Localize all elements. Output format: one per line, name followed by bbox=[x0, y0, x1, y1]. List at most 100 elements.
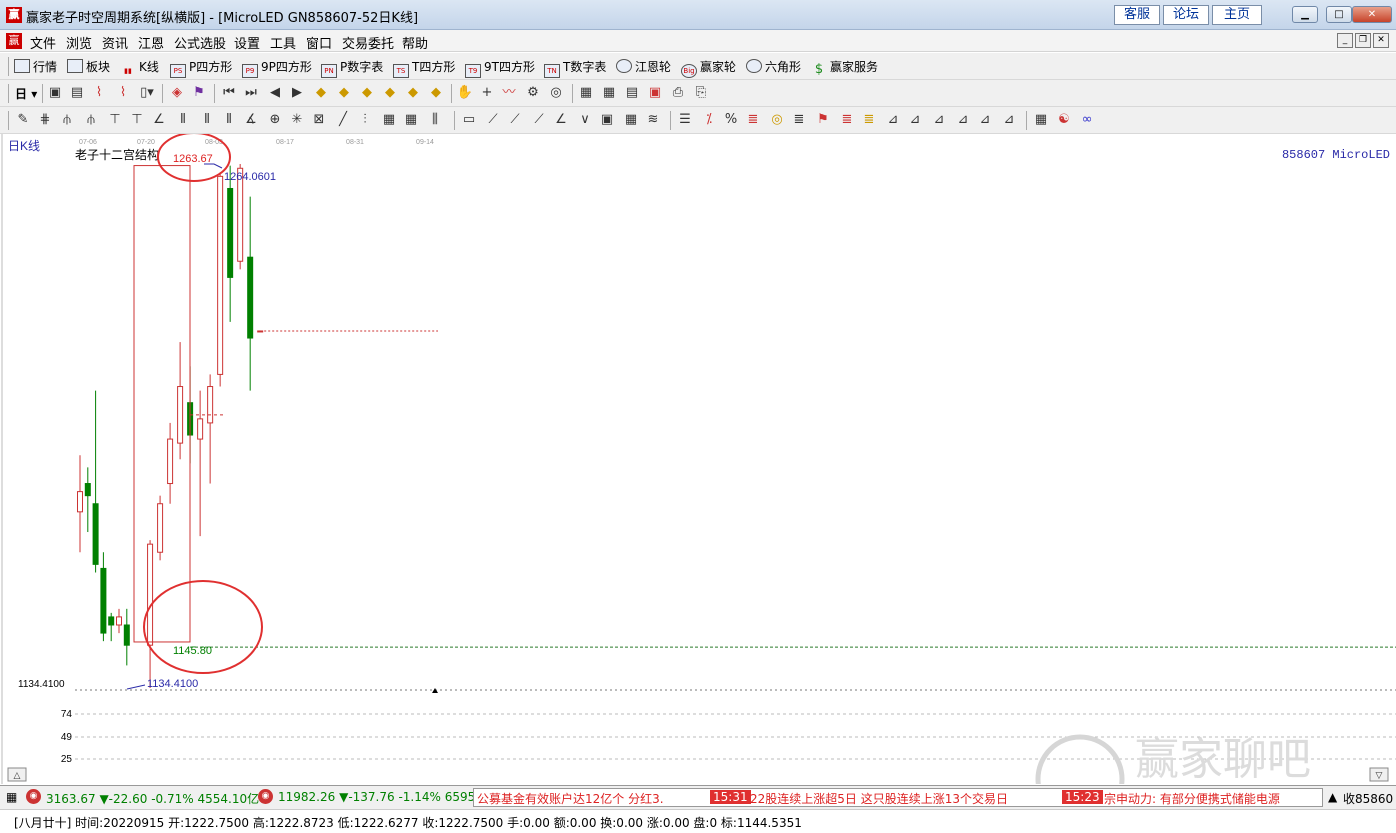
grid-lines-icon[interactable]: ⋕ bbox=[36, 112, 54, 128]
menu-file[interactable]: 文件 bbox=[30, 33, 56, 52]
columns-icon[interactable]: ⫼ bbox=[426, 112, 444, 128]
formula-icon[interactable]: ◈ bbox=[168, 85, 186, 101]
maximize-icon[interactable]: □ bbox=[1326, 6, 1352, 23]
calculator-icon[interactable]: ▦ bbox=[600, 85, 618, 101]
indicator-icon[interactable]: ⌇ bbox=[90, 85, 108, 101]
mdi-minimize-icon[interactable]: _ bbox=[1337, 33, 1353, 48]
ruler2-icon[interactable]: ⊤ bbox=[128, 112, 146, 128]
tool-9p-square[interactable]: P9 9P四方形 bbox=[242, 58, 312, 78]
candle-body[interactable] bbox=[77, 491, 83, 513]
candle-body[interactable] bbox=[177, 386, 184, 444]
chart-canvas[interactable]: 日K线 老子十二宫结构 858607 MicroLED 07-06 07-20 … bbox=[0, 134, 1396, 784]
percent-icon[interactable]: % bbox=[722, 112, 740, 128]
grid-box-icon[interactable]: ▦ bbox=[622, 112, 640, 128]
menu-trade[interactable]: 交易委托 bbox=[342, 33, 394, 52]
export-icon[interactable]: ⎘ bbox=[692, 85, 710, 101]
tool-t-numbers[interactable]: TN T数字表 bbox=[544, 58, 606, 78]
tool-gann-wheel[interactable]: 江恩轮 bbox=[616, 58, 671, 75]
box-x-icon[interactable]: ⊠ bbox=[310, 112, 328, 128]
notes-icon[interactable]: ▤ bbox=[68, 85, 86, 101]
candle-body[interactable] bbox=[92, 503, 99, 565]
fib3-icon[interactable]: ≣ bbox=[838, 112, 856, 128]
fan2-icon[interactable]: ⟋ bbox=[484, 112, 502, 128]
menu-window[interactable]: 窗口 bbox=[306, 33, 332, 52]
close-icon[interactable]: ✕ bbox=[1352, 6, 1392, 23]
candle-body[interactable] bbox=[84, 483, 91, 497]
table-icon[interactable]: ▦ bbox=[380, 112, 398, 128]
tool-kline[interactable]: ▮▮ K线 bbox=[120, 58, 159, 79]
draw-box-icon[interactable]: ▣ bbox=[46, 85, 64, 101]
report-icon[interactable]: ▤ bbox=[623, 85, 641, 101]
last-icon[interactable]: ⏭ bbox=[242, 85, 260, 101]
save-icon[interactable]: ▣ bbox=[646, 85, 664, 101]
fan3-icon[interactable]: ⟋ bbox=[506, 112, 524, 128]
minimize-icon[interactable]: ▁ bbox=[1292, 6, 1318, 23]
fan7-icon[interactable]: ⊿ bbox=[930, 112, 948, 128]
candle-body[interactable] bbox=[100, 567, 107, 634]
menu-browse[interactable]: 浏览 bbox=[66, 33, 92, 52]
flag2-icon[interactable]: ⚑ bbox=[814, 112, 832, 128]
globe-icon[interactable]: ◎ bbox=[547, 85, 565, 101]
fan6-icon[interactable]: ⊿ bbox=[906, 112, 924, 128]
menu-settings[interactable]: 设置 bbox=[234, 33, 260, 52]
customer-service-link[interactable]: 客服 bbox=[1114, 5, 1160, 25]
fan8-icon[interactable]: ⊿ bbox=[954, 112, 972, 128]
zoom-out-icon[interactable]: ◆ bbox=[335, 85, 353, 101]
infinity-icon[interactable]: ∞ bbox=[1078, 112, 1096, 128]
tool-hexagon[interactable]: 六角形 bbox=[746, 58, 801, 75]
frame-icon[interactable]: ▭ bbox=[460, 112, 478, 128]
angle-icon[interactable]: ∠ bbox=[150, 112, 168, 128]
yin-yang-icon[interactable]: ☯ bbox=[1055, 112, 1073, 128]
candle-body[interactable] bbox=[157, 503, 164, 553]
wave-icon[interactable]: 〰 bbox=[500, 85, 518, 101]
tool-quotes[interactable]: 行情 bbox=[14, 58, 57, 75]
candle-body[interactable] bbox=[167, 438, 174, 485]
first-icon[interactable]: ⏮ bbox=[220, 85, 238, 101]
up-icon[interactable]: ◆ bbox=[358, 85, 376, 101]
tool-p-numbers[interactable]: PN P数字表 bbox=[321, 58, 383, 78]
calc-icon[interactable]: ⚙ bbox=[524, 85, 542, 101]
candle-body[interactable] bbox=[247, 256, 254, 339]
tool-t-square[interactable]: TS T四方形 bbox=[393, 58, 455, 78]
calendar-icon[interactable]: ▦ bbox=[577, 85, 595, 101]
print-icon[interactable]: ⎙ bbox=[669, 85, 687, 101]
menu-gann[interactable]: 江恩 bbox=[138, 33, 164, 52]
ladder-icon[interactable]: ⫶ bbox=[356, 112, 374, 128]
candle-body[interactable] bbox=[207, 386, 214, 424]
tool-p-square[interactable]: PS P四方形 bbox=[170, 58, 232, 78]
news-ticker[interactable]: 公募基金有效账户达12亿个 分红3. 15:31 22股连续上涨超5日 这只股连… bbox=[473, 788, 1323, 807]
flag-icon[interactable]: ⚑ bbox=[190, 85, 208, 101]
news-item[interactable]: 22股连续上涨超5日 这只股连续上涨13个交易日 bbox=[750, 790, 1008, 806]
fan9-icon[interactable]: ⊿ bbox=[976, 112, 994, 128]
menu-tools[interactable]: 工具 bbox=[270, 33, 296, 52]
menu-help[interactable]: 帮助 bbox=[402, 33, 428, 52]
fib4-icon[interactable]: ≣ bbox=[860, 112, 878, 128]
candle-body[interactable] bbox=[197, 418, 204, 440]
grid-status-icon[interactable]: ▦ bbox=[6, 790, 17, 804]
tool-winner-wheel[interactable]: Big 赢家轮 bbox=[681, 58, 736, 78]
ticker-up-icon[interactable]: ▲ bbox=[1328, 790, 1337, 804]
candle-body[interactable] bbox=[123, 624, 130, 646]
hand-icon[interactable]: ✋ bbox=[456, 85, 474, 101]
bars2-icon[interactable]: ⫴ bbox=[198, 112, 216, 128]
table2-icon[interactable]: ▦ bbox=[402, 112, 420, 128]
tool-winner-service[interactable]: $ 赢家服务 bbox=[811, 58, 878, 78]
bar-type-icon[interactable]: ▯▾ bbox=[138, 85, 156, 101]
down-icon[interactable]: ◆ bbox=[381, 85, 399, 101]
tool-sectors[interactable]: 板块 bbox=[67, 58, 110, 75]
fork2-icon[interactable]: ⫛ bbox=[82, 112, 100, 128]
news-item[interactable]: 宗申动力: 有部分便携式储能电源 bbox=[1104, 790, 1280, 806]
fib-icon[interactable]: ≣ bbox=[744, 112, 762, 128]
homepage-link[interactable]: 主页 bbox=[1212, 5, 1262, 25]
menu-formula[interactable]: 公式选股 bbox=[174, 33, 226, 52]
levels-icon[interactable]: ☰ bbox=[676, 112, 694, 128]
angle2-icon[interactable]: ∠ bbox=[552, 112, 570, 128]
coin-icon[interactable]: ◎ bbox=[768, 112, 786, 128]
prev-icon[interactable]: ◀ bbox=[266, 85, 284, 101]
zoom-in-icon[interactable]: ◆ bbox=[312, 85, 330, 101]
fan4-icon[interactable]: ⟋ bbox=[530, 112, 548, 128]
fork-icon[interactable]: ⫛ bbox=[58, 112, 76, 128]
expand-icon[interactable]: ◆ bbox=[404, 85, 422, 101]
next-icon[interactable]: ▶ bbox=[288, 85, 306, 101]
line-icon[interactable]: ╱ bbox=[334, 112, 352, 128]
